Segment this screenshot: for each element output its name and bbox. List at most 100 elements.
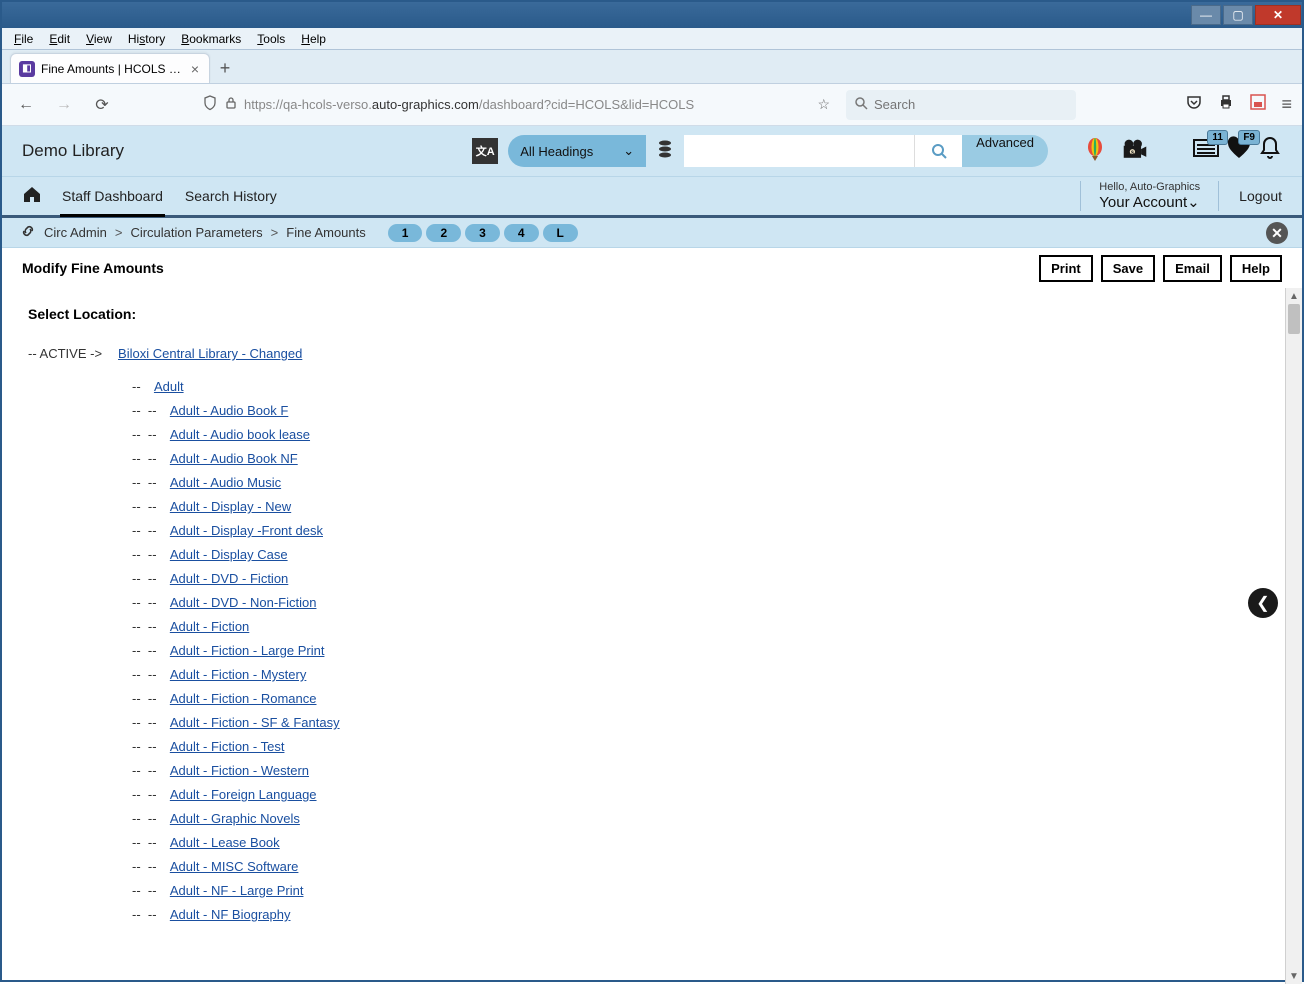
menu-help[interactable]: Help — [293, 30, 334, 48]
location-item-link[interactable]: Adult - NF - Large Print — [170, 883, 304, 898]
notifications-button[interactable] — [1258, 135, 1282, 167]
location-item-link[interactable]: Adult - Fiction — [170, 619, 249, 634]
location-item-row: -- -- Adult - Fiction - Mystery — [132, 667, 340, 682]
translate-icon[interactable]: 文A — [472, 138, 498, 164]
location-item-link[interactable]: Adult - Audio Book NF — [170, 451, 298, 466]
tree-dashes: -- -- — [132, 547, 164, 562]
list-card-button[interactable]: 11 — [1192, 136, 1220, 166]
window-maximize-button[interactable]: ▢ — [1223, 5, 1253, 25]
window-close-button[interactable]: ✕ — [1255, 5, 1301, 25]
location-item-link[interactable]: Adult - NF Biography — [170, 907, 291, 922]
browser-search-bar[interactable] — [846, 90, 1076, 120]
location-item-row: -- -- Adult - Display Case — [132, 547, 340, 562]
location-item-row: -- -- Adult - Fiction - Western — [132, 763, 340, 778]
location-item-link[interactable]: Adult - DVD - Non-Fiction — [170, 595, 317, 610]
camera-reel-icon[interactable]: $ — [1122, 137, 1148, 166]
address-bar[interactable]: https://qa-hcols-verso.auto-graphics.com… — [196, 90, 836, 120]
location-root-link[interactable]: Biloxi Central Library - Changed — [118, 346, 340, 361]
location-item-row: -- -- Adult - Graphic Novels — [132, 811, 340, 826]
window-minimize-button[interactable]: — — [1191, 5, 1221, 25]
menu-view[interactable]: View — [78, 30, 120, 48]
pager-2[interactable]: 2 — [426, 224, 461, 242]
new-tab-button[interactable]: + — [210, 53, 240, 83]
pocket-icon[interactable] — [1185, 93, 1203, 116]
location-item-link[interactable]: Adult - DVD - Fiction — [170, 571, 288, 586]
favicon-icon: ◧ — [19, 61, 35, 77]
pager-3[interactable]: 3 — [465, 224, 500, 242]
location-item-link[interactable]: Adult - Fiction - Mystery — [170, 667, 307, 682]
location-item-link[interactable]: Adult - Fiction - SF & Fantasy — [170, 715, 340, 730]
tree-dashes: -- -- — [132, 739, 164, 754]
location-item-link[interactable]: Adult - Audio Music — [170, 475, 281, 490]
dropdown-label: All Headings — [520, 144, 593, 159]
location-item-row: -- -- Adult - Audio Music — [132, 475, 340, 490]
forward-button[interactable]: → — [50, 91, 78, 119]
logout-link[interactable]: Logout — [1239, 188, 1282, 204]
home-icon[interactable] — [22, 185, 42, 208]
location-item-link[interactable]: Adult - Audio book lease — [170, 427, 310, 442]
location-item-link[interactable]: Adult - Audio Book F — [170, 403, 289, 418]
pager-1[interactable]: 1 — [388, 224, 423, 242]
reload-button[interactable]: ⟳ — [88, 91, 116, 119]
expand-side-button[interactable]: ❮ — [1248, 588, 1278, 618]
favorites-button[interactable]: F9 — [1226, 136, 1252, 166]
back-button[interactable]: ← — [12, 91, 40, 119]
save-button[interactable]: Save — [1101, 255, 1155, 282]
bookmark-star-icon[interactable]: ☆ — [817, 96, 830, 113]
balloon-icon[interactable] — [1082, 137, 1108, 166]
location-item-row: -- -- Adult - Fiction - Romance — [132, 691, 340, 706]
account-dropdown[interactable]: Hello, Auto-Graphics Your Account⌄ — [1080, 181, 1219, 211]
browser-search-input[interactable] — [874, 97, 1068, 112]
close-panel-button[interactable]: ✕ — [1266, 222, 1288, 244]
location-item-link[interactable]: Adult - Fiction - Romance — [170, 691, 317, 706]
crumb-fine-amounts[interactable]: Fine Amounts — [286, 225, 366, 240]
location-item-link[interactable]: Adult - Graphic Novels — [170, 811, 300, 826]
print-button[interactable]: Print — [1039, 255, 1093, 282]
search-category-dropdown[interactable]: All Headings ⌄ — [508, 135, 646, 167]
scroll-up-arrow[interactable]: ▲ — [1286, 288, 1302, 304]
window-titlebar: — ▢ ✕ — [2, 2, 1302, 28]
crumb-circ-admin[interactable]: Circ Admin — [44, 225, 107, 240]
menu-bookmarks[interactable]: Bookmarks — [173, 30, 249, 48]
scroll-thumb[interactable] — [1288, 304, 1300, 334]
tab-close-button[interactable]: × — [189, 61, 201, 77]
security-ext-icon[interactable] — [1249, 93, 1267, 116]
location-item-link[interactable]: Adult - Fiction - Large Print — [170, 643, 325, 658]
pager-4[interactable]: 4 — [504, 224, 539, 242]
location-item-link[interactable]: Adult - Foreign Language — [170, 787, 317, 802]
browser-tab[interactable]: ◧ Fine Amounts | HCOLS | hcols | × — [10, 53, 210, 83]
tree-dashes: -- -- — [132, 859, 164, 874]
location-item-link[interactable]: Adult - MISC Software — [170, 859, 299, 874]
location-item-link[interactable]: Adult - Display - New — [170, 499, 291, 514]
tab-staff-dashboard[interactable]: Staff Dashboard — [60, 178, 165, 214]
location-item-row: -- -- Adult - DVD - Non-Fiction — [132, 595, 340, 610]
menu-file[interactable]: File — [6, 30, 41, 48]
print-icon[interactable] — [1217, 93, 1235, 116]
database-icon[interactable] — [646, 139, 684, 164]
catalog-search-input[interactable] — [684, 135, 914, 167]
location-item-link[interactable]: Adult - Fiction - Western — [170, 763, 309, 778]
email-button[interactable]: Email — [1163, 255, 1222, 282]
location-item-row: -- -- Adult - Display - New — [132, 499, 340, 514]
browser-tabstrip: ◧ Fine Amounts | HCOLS | hcols | × + — [2, 50, 1302, 84]
location-item-link[interactable]: Adult - Fiction - Test — [170, 739, 285, 754]
location-item-link[interactable]: Adult - Lease Book — [170, 835, 280, 850]
app-title: Demo Library — [22, 141, 124, 161]
select-location-heading: Select Location: — [28, 306, 1276, 322]
vertical-scrollbar[interactable]: ▲ ▼ — [1285, 288, 1302, 984]
menu-tools[interactable]: Tools — [249, 30, 293, 48]
pager-last[interactable]: L — [543, 224, 578, 242]
account-label: Your Account — [1099, 194, 1187, 211]
location-item-link[interactable]: Adult - Display Case — [170, 547, 288, 562]
location-item-link[interactable]: Adult - Display -Front desk — [170, 523, 323, 538]
tree-dashes: -- -- — [132, 619, 164, 634]
location-adult-link[interactable]: Adult — [154, 379, 184, 394]
menu-history[interactable]: History — [120, 30, 173, 48]
crumb-circ-params[interactable]: Circulation Parameters — [130, 225, 262, 240]
advanced-search-button[interactable]: Advanced — [962, 135, 1048, 167]
menu-edit[interactable]: Edit — [41, 30, 78, 48]
tab-search-history[interactable]: Search History — [183, 178, 279, 214]
catalog-search-button[interactable] — [914, 135, 962, 167]
browser-menu-button[interactable]: ≡ — [1281, 94, 1292, 115]
help-button[interactable]: Help — [1230, 255, 1282, 282]
